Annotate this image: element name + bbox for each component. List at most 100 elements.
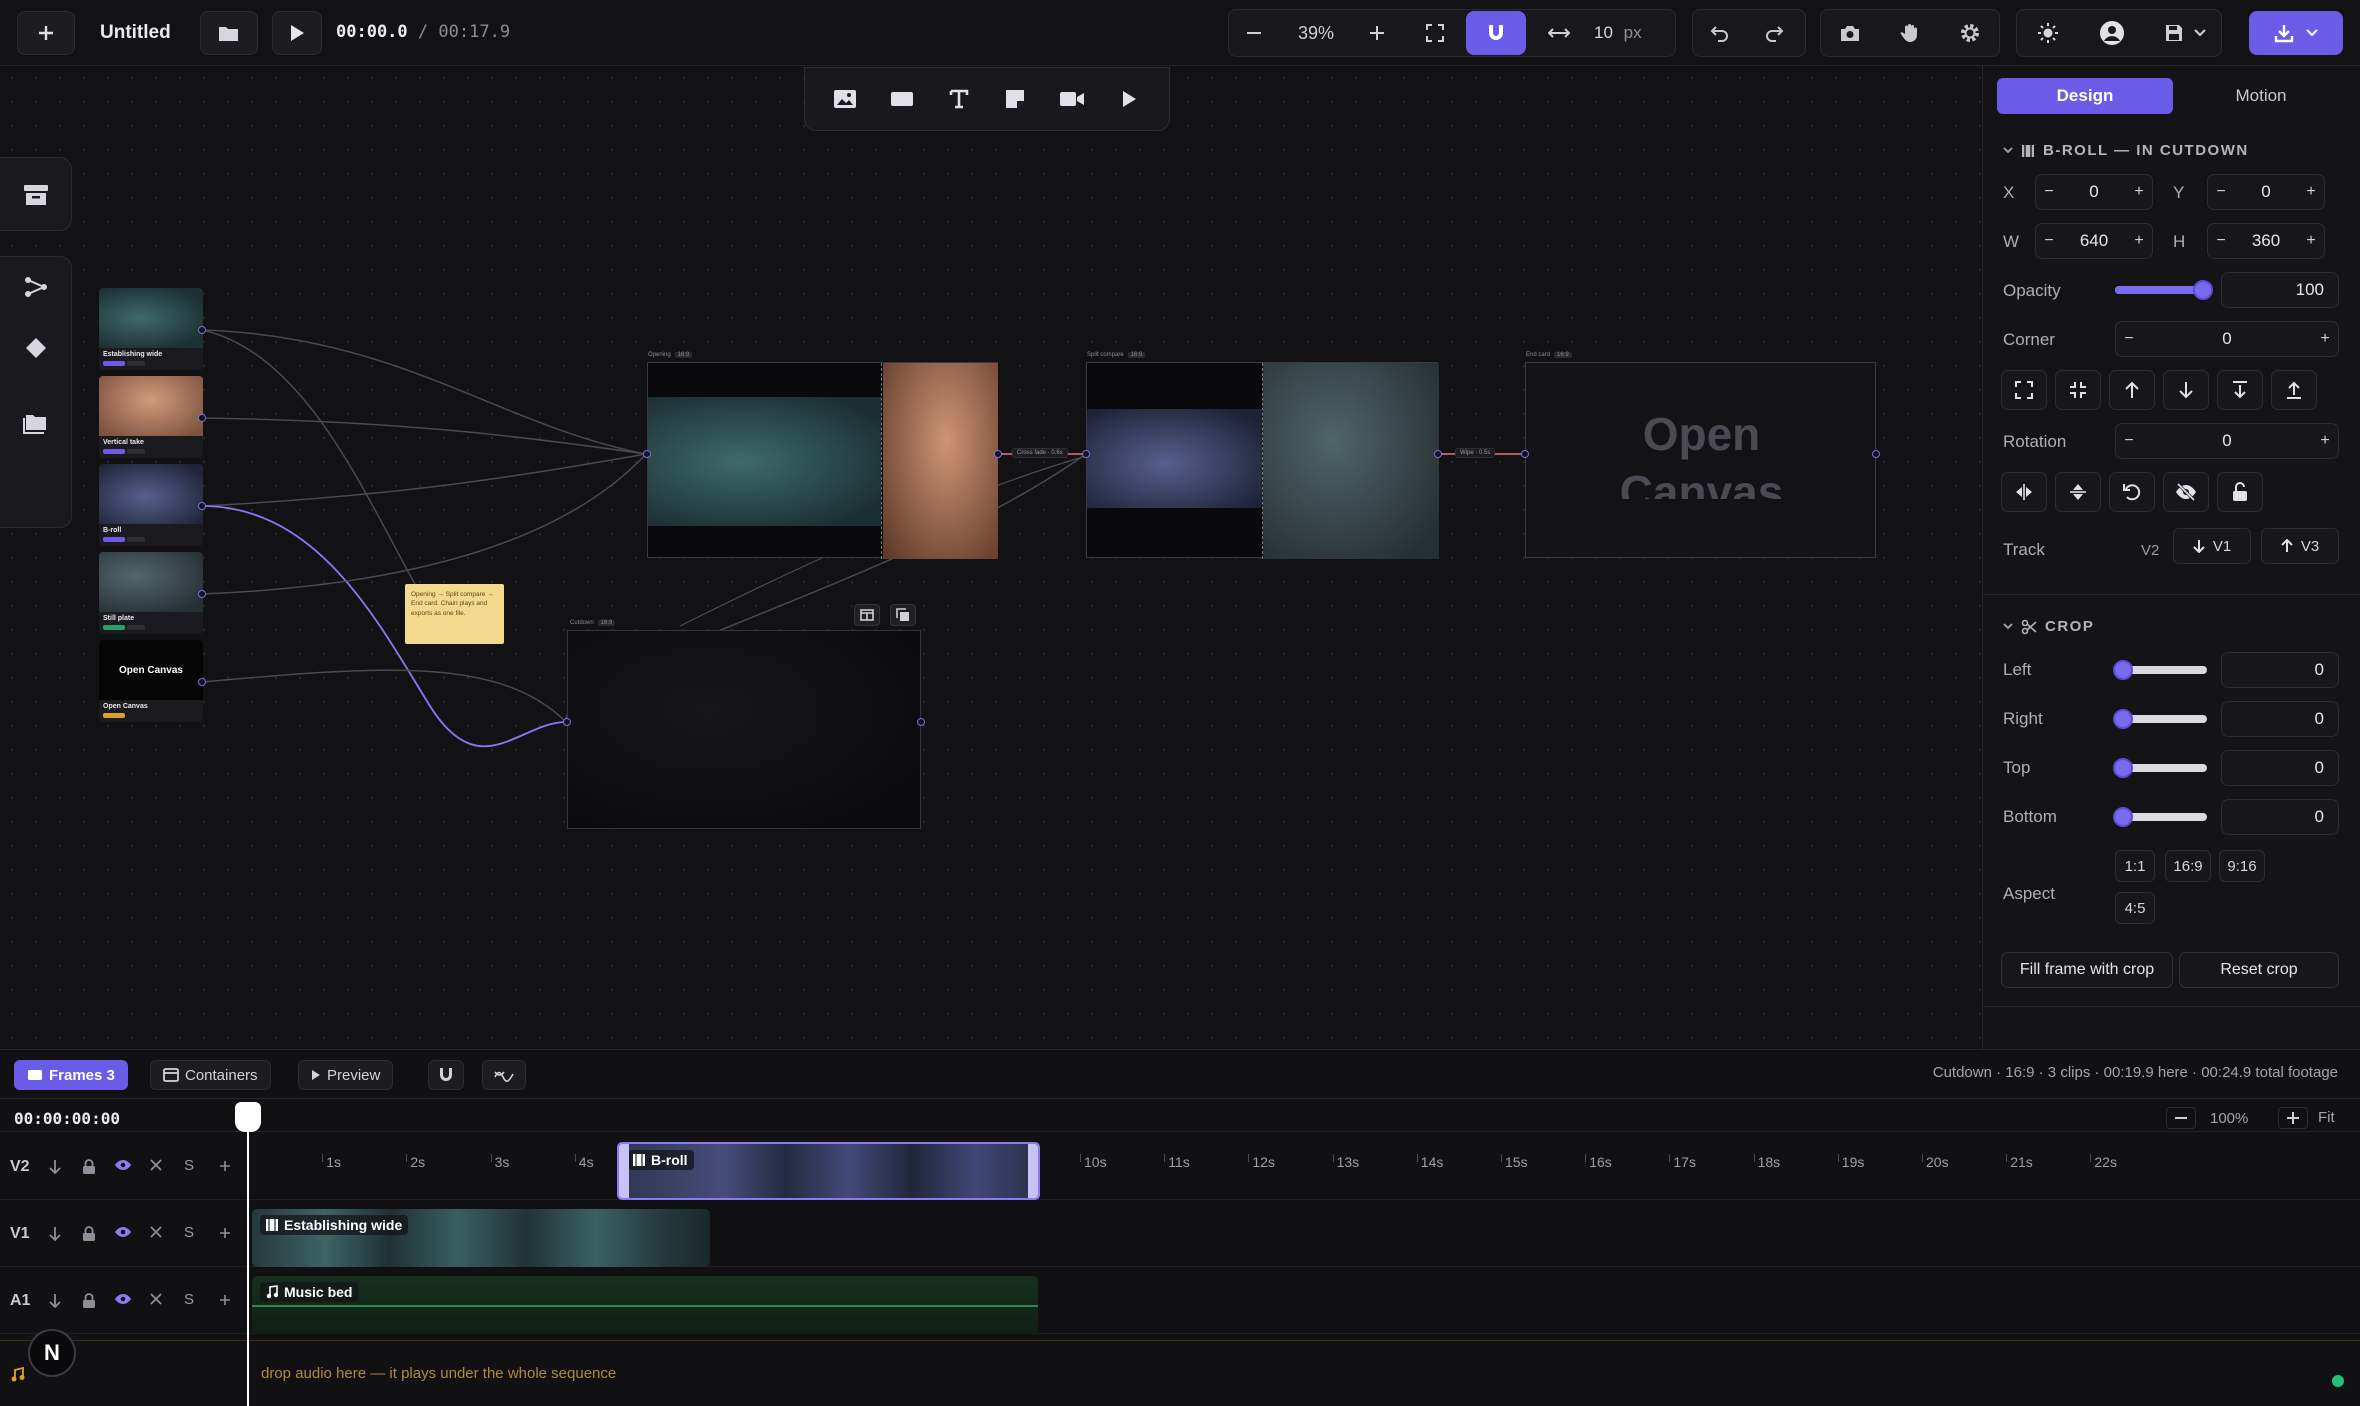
w-value[interactable]: 640 (2062, 231, 2126, 251)
playhead-handle[interactable] (235, 1102, 261, 1132)
tab-design[interactable]: Design (1997, 78, 2173, 114)
save-menu-button[interactable] (2150, 9, 2220, 57)
account-button[interactable] (2088, 9, 2136, 57)
snap-toggle[interactable] (1466, 11, 1526, 55)
crop-left-slider[interactable] (2113, 660, 2207, 680)
send-to-back-button[interactable] (2217, 370, 2263, 410)
link-handle[interactable] (994, 450, 1002, 458)
lock-icon[interactable] (82, 1293, 96, 1309)
insert-note-button[interactable] (995, 79, 1035, 119)
corner-value[interactable]: 0 (2142, 329, 2312, 349)
eye-icon[interactable] (114, 1226, 132, 1238)
increment-icon[interactable]: + (2126, 232, 2152, 250)
decrement-icon[interactable]: − (2036, 232, 2062, 250)
insert-image-button[interactable] (825, 79, 865, 119)
link-handle[interactable] (198, 678, 206, 686)
h-value[interactable]: 360 (2234, 231, 2298, 251)
timeline-snap-button[interactable] (428, 1060, 464, 1090)
library-panel-toggle[interactable] (0, 157, 72, 231)
theme-toggle[interactable] (2024, 9, 2072, 57)
move-icon[interactable] (48, 1226, 62, 1242)
send-backward-button[interactable] (2163, 370, 2209, 410)
link-handle[interactable] (198, 502, 206, 510)
frame-split-compare[interactable] (1086, 362, 1439, 559)
crop-right-knob[interactable] (2113, 709, 2133, 729)
reset-crop-button[interactable]: Reset crop (2179, 952, 2339, 988)
move-icon[interactable] (48, 1159, 62, 1175)
snapshot-button[interactable] (1826, 9, 1874, 57)
play-button[interactable] (272, 11, 322, 55)
bring-forward-button[interactable] (2109, 370, 2155, 410)
tab-containers[interactable]: Containers (150, 1060, 271, 1090)
aspect-9-16[interactable]: 9:16 (2219, 850, 2265, 882)
close-icon[interactable] (150, 1159, 162, 1171)
x-stepper[interactable]: −0 + (2035, 174, 2153, 210)
clip-b-roll[interactable]: B-roll (617, 1142, 1040, 1200)
zoom-in-button[interactable] (1353, 9, 1401, 57)
timeline-fit-button[interactable]: Fit (2318, 1109, 2335, 1126)
media-thumb-still[interactable]: Still plate (99, 552, 203, 634)
lock-button[interactable] (2217, 472, 2263, 512)
flip-horizontal-button[interactable] (2001, 472, 2047, 512)
media-thumb-establishing[interactable]: Establishing wide (99, 288, 203, 370)
trim-handle-left[interactable] (619, 1144, 629, 1198)
increment-icon[interactable]: + (2312, 330, 2338, 348)
settings-button[interactable] (1946, 9, 1994, 57)
media-thumb-broll[interactable]: B-roll (99, 464, 203, 546)
open-folder-button[interactable] (200, 11, 258, 55)
solo-toggle[interactable]: S (184, 1291, 194, 1308)
crop-right-input[interactable]: 0 (2221, 701, 2339, 737)
decrement-icon[interactable]: − (2208, 232, 2234, 250)
link-handle[interactable] (1082, 450, 1090, 458)
increment-icon[interactable]: + (2312, 432, 2338, 450)
undo-button[interactable] (1696, 9, 1744, 57)
link-handle[interactable] (1434, 450, 1442, 458)
crop-header[interactable]: CROP (2003, 618, 2094, 635)
close-icon[interactable] (150, 1293, 162, 1305)
tab-frames[interactable]: Frames 3 (14, 1060, 128, 1090)
aspect-16-9[interactable]: 16:9 (2165, 850, 2211, 882)
crop-top-input[interactable]: 0 (2221, 750, 2339, 786)
user-avatar[interactable]: N (28, 1329, 76, 1377)
canvas[interactable]: Establishing wide Vertical take B-roll S… (0, 66, 1982, 1049)
fill-frame-with-crop-button[interactable]: Fill frame with crop (2001, 952, 2173, 988)
x-value[interactable]: 0 (2062, 182, 2126, 202)
solo-toggle[interactable]: S (184, 1157, 194, 1174)
w-stepper[interactable]: −640 + (2035, 223, 2153, 259)
hand-tool-button[interactable] (1886, 9, 1934, 57)
sticky-note[interactable]: Opening → Split compare → End card. Chai… (405, 584, 504, 644)
eye-icon[interactable] (114, 1293, 132, 1305)
link-handle[interactable] (1872, 450, 1880, 458)
increment-icon[interactable]: + (2298, 232, 2324, 250)
crop-left-input[interactable]: 0 (2221, 652, 2339, 688)
export-button[interactable] (2249, 11, 2343, 55)
increment-icon[interactable]: + (2126, 183, 2152, 201)
zoom-out-button[interactable] (1230, 9, 1278, 57)
decrement-icon[interactable]: − (2116, 432, 2142, 450)
waveform-button[interactable] (482, 1060, 526, 1090)
media-thumb-opencanvas[interactable]: Open Canvas Open Canvas (99, 640, 203, 722)
y-value[interactable]: 0 (2234, 182, 2298, 202)
decrement-icon[interactable]: − (2116, 330, 2142, 348)
frame-end-card[interactable]: Open Canvas (1525, 362, 1876, 558)
crop-right-slider[interactable] (2113, 709, 2207, 729)
crop-bottom-knob[interactable] (2113, 807, 2133, 827)
link-handle[interactable] (198, 414, 206, 422)
fit-frame-button[interactable] (2001, 370, 2047, 410)
selection-header[interactable]: B-ROLL — IN CUTDOWN (2003, 142, 2249, 159)
move-icon[interactable] (48, 1293, 62, 1309)
decrement-icon[interactable]: − (2208, 183, 2234, 201)
add-button[interactable] (17, 11, 75, 55)
rotation-value[interactable]: 0 (2142, 431, 2312, 451)
link-handle[interactable] (563, 718, 571, 726)
bring-to-front-button[interactable] (2271, 370, 2317, 410)
trim-handle-right[interactable] (1028, 1144, 1038, 1198)
lock-icon[interactable] (82, 1226, 96, 1242)
tab-motion[interactable]: Motion (2173, 78, 2349, 114)
audio-drop-zone[interactable]: drop audio here — it plays under the who… (0, 1340, 2360, 1406)
connect-tool-button[interactable] (0, 257, 72, 317)
tab-preview[interactable]: Preview (298, 1060, 394, 1090)
spacing-button[interactable] (1535, 9, 1583, 57)
move-to-v3-button[interactable]: V3 (2261, 528, 2339, 564)
add-clip-icon[interactable] (220, 1295, 230, 1305)
